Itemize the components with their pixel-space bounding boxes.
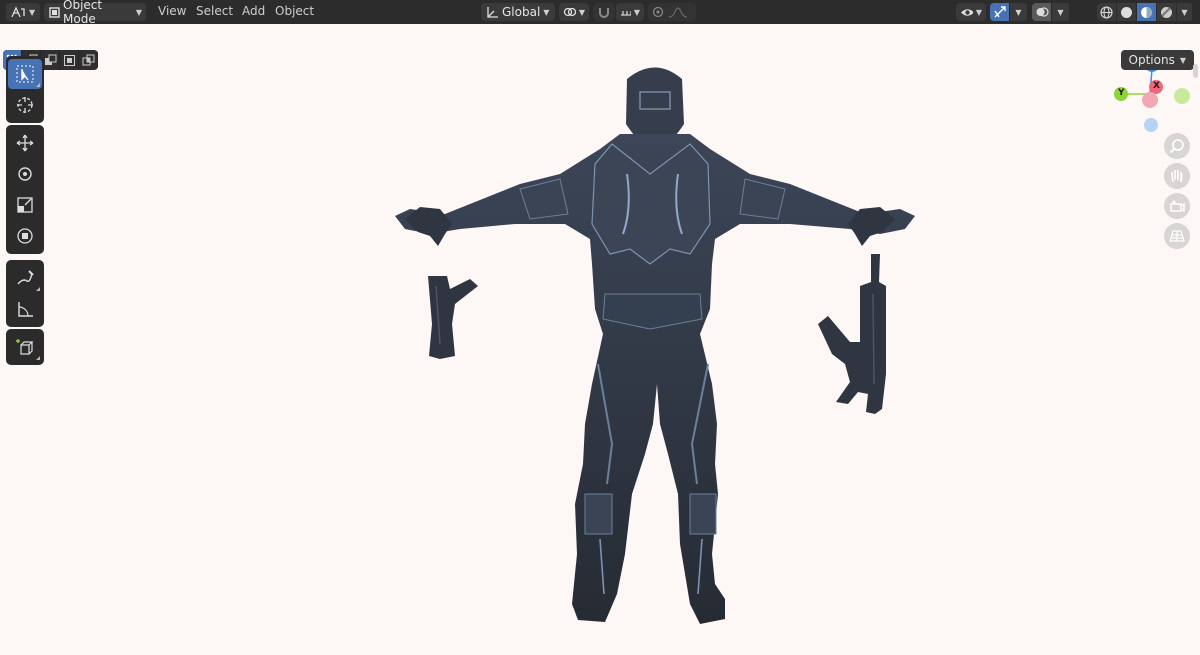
orientation-axes-icon — [487, 7, 498, 18]
chevron-down-icon: ▼ — [1057, 7, 1064, 17]
options-label: Options — [1128, 53, 1175, 67]
menu-object[interactable]: Object — [275, 4, 314, 18]
pivot-icon — [563, 7, 576, 17]
orientation-label: Global — [502, 5, 541, 19]
gizmo-neg-y-axis[interactable] — [1174, 88, 1190, 104]
tool-select-box[interactable] — [8, 59, 42, 89]
menu-select[interactable]: Select — [196, 4, 233, 18]
pan-button[interactable] — [1164, 163, 1190, 189]
tool-transform[interactable] — [8, 221, 42, 251]
viewport-scrollbar[interactable] — [1193, 64, 1198, 78]
proportional-editing-toggle[interactable] — [648, 3, 696, 21]
menu-add[interactable]: Add — [242, 4, 265, 18]
mode-dropdown[interactable]: Object Mode ▼ — [44, 0, 146, 26]
overlays-dropdown[interactable]: ▼ — [1052, 3, 1070, 21]
gizmo-toggle[interactable] — [990, 3, 1010, 21]
select-invert-icon — [63, 54, 75, 66]
grid-perspective-icon — [1169, 230, 1185, 242]
zoom-icon — [1169, 139, 1184, 154]
chevron-down-icon: ▼ — [1179, 55, 1186, 65]
chevron-down-icon: ▼ — [578, 7, 585, 17]
toolbar-transform-group — [6, 125, 44, 254]
perspective-toggle-button[interactable] — [1164, 223, 1190, 249]
tool-move[interactable] — [8, 128, 42, 158]
wireframe-shading-button[interactable] — [1097, 3, 1117, 21]
viewport-header: ▼ Object Mode ▼ View Select Add Object G… — [0, 0, 1200, 26]
toolbar-annotate-group — [6, 260, 44, 327]
object-mode-icon — [49, 6, 60, 18]
select-intersect-icon — [82, 54, 94, 65]
tool-scale[interactable] — [8, 190, 42, 220]
chevron-down-icon: ▼ — [135, 7, 142, 17]
measure-icon — [18, 302, 33, 317]
gizmo-neg-x-axis[interactable] — [1142, 92, 1158, 108]
toolbar-add-group — [6, 329, 44, 365]
options-dropdown[interactable]: Options ▼ — [1120, 50, 1194, 70]
solid-sphere-icon — [1121, 6, 1132, 18]
tool-annotate[interactable] — [8, 263, 42, 293]
select-invert-button[interactable] — [60, 50, 79, 70]
gizmo-arrows-icon — [993, 6, 1006, 18]
camera-view-button[interactable] — [1164, 193, 1190, 219]
transform-icon — [17, 228, 33, 244]
camera-icon — [1170, 200, 1185, 213]
scale-icon — [17, 197, 33, 213]
material-preview-button[interactable] — [1137, 3, 1157, 21]
gizmo-x-label: X — [1153, 81, 1160, 91]
proportional-edit-icon — [652, 6, 664, 18]
rendered-sphere-icon — [1161, 6, 1172, 18]
move-icon — [16, 134, 34, 152]
rotate-icon — [18, 167, 32, 181]
tool-cursor[interactable] — [8, 90, 42, 120]
transform-orientation-dropdown[interactable]: Global ▼ — [481, 3, 555, 21]
wireframe-sphere-icon — [1100, 5, 1113, 19]
tool-rotate[interactable] — [8, 159, 42, 189]
view3d-editor-icon — [11, 6, 25, 18]
tool-measure[interactable] — [8, 294, 42, 324]
tool-add-cube[interactable] — [8, 332, 42, 362]
chevron-down-icon: ▼ — [543, 7, 550, 17]
add-cube-icon — [16, 339, 34, 355]
snap-toggle[interactable] — [593, 3, 615, 21]
shading-dropdown[interactable]: ▼ — [1177, 3, 1193, 21]
snap-increment-icon — [621, 11, 631, 16]
pistol-model[interactable] — [428, 276, 478, 359]
select-box-icon — [16, 65, 34, 83]
gizmo-dropdown[interactable]: ▼ — [1010, 3, 1028, 21]
chevron-down-icon: ▼ — [1015, 7, 1022, 17]
shading-mode-group: ▼ — [1097, 3, 1193, 21]
overlays-toggle[interactable] — [1032, 3, 1052, 21]
3d-viewport[interactable]: Z Y X Options ▼ — [0, 24, 1200, 655]
select-intersect-button[interactable] — [79, 50, 98, 70]
editor-type-button[interactable]: ▼ — [6, 3, 40, 21]
toolbar-select-group — [6, 56, 44, 123]
rendered-shading-button[interactable] — [1157, 3, 1177, 21]
chevron-down-icon: ▼ — [29, 7, 36, 17]
hand-pan-icon — [1171, 170, 1183, 183]
menu-view[interactable]: View — [158, 4, 186, 18]
cursor-icon — [17, 97, 33, 113]
visibility-dropdown[interactable]: ▼ — [956, 3, 986, 21]
chevron-down-icon: ▼ — [975, 7, 982, 17]
scene-canvas — [395, 58, 1190, 624]
annotate-icon — [17, 270, 34, 285]
eye-icon — [961, 8, 973, 16]
gizmo-neg-z-axis[interactable] — [1144, 118, 1158, 132]
solid-shading-button[interactable] — [1117, 3, 1137, 21]
select-subtract-icon — [44, 54, 56, 65]
falloff-curve-icon — [668, 7, 688, 18]
chevron-down-icon: ▼ — [1181, 7, 1188, 17]
overlay-toggle-group: ▼ — [1032, 3, 1070, 21]
overlays-icon — [1036, 7, 1049, 17]
gizmo-y-label: Y — [1118, 88, 1125, 98]
gizmo-toggle-group: ▼ — [990, 3, 1028, 21]
snap-target-dropdown[interactable]: ▼ — [616, 3, 644, 21]
magnet-icon — [599, 8, 609, 18]
chevron-down-icon: ▼ — [633, 7, 640, 17]
material-sphere-icon — [1141, 6, 1152, 18]
zoom-button[interactable] — [1164, 133, 1190, 159]
pivot-point-dropdown[interactable]: ▼ — [559, 3, 589, 21]
rifle-model[interactable] — [818, 254, 886, 414]
mode-label: Object Mode — [63, 0, 103, 26]
